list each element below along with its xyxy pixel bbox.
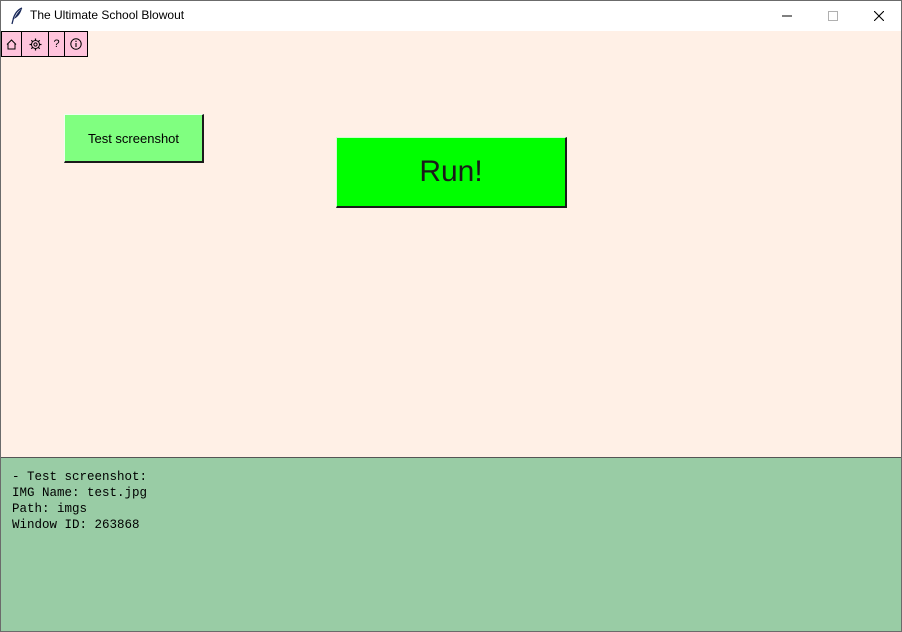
info-button[interactable] [65,31,88,57]
console-line: IMG Name: test.jpg [12,486,148,500]
test-screenshot-button[interactable]: Test screenshot [64,114,204,163]
help-button[interactable]: ? [49,31,65,57]
close-button[interactable] [856,1,901,31]
settings-button[interactable] [22,31,49,57]
app-window: The Ultimate School Blowout ? Test scree… [0,0,902,632]
run-button[interactable]: Run! [336,137,567,208]
output-console[interactable]: - Test screenshot: IMG Name: test.jpg Pa… [1,457,901,631]
maximize-icon [828,11,838,21]
window-title: The Ultimate School Blowout [30,8,185,22]
title-bar[interactable]: The Ultimate School Blowout [1,1,901,31]
maximize-button[interactable] [810,1,856,31]
minimize-icon [782,15,792,17]
feather-icon [9,7,25,25]
home-icon [6,38,17,49]
info-icon [70,38,82,50]
help-label: ? [53,38,60,50]
close-icon [874,11,884,21]
console-line: - Test screenshot: [12,470,148,484]
console-line: Path: imgs [12,502,88,516]
minimize-button[interactable] [764,1,810,31]
gear-icon [29,38,41,50]
home-button[interactable] [1,31,22,57]
toolbar: ? [1,31,88,57]
console-line: Window ID: 263868 [12,518,140,532]
